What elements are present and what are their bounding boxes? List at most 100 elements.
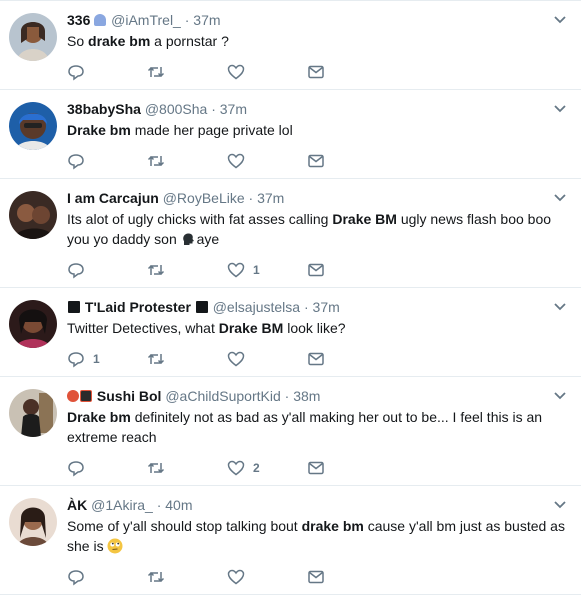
avatar[interactable] (9, 102, 57, 150)
message-button[interactable] (307, 63, 387, 81)
highlighted-term: drake bm (88, 33, 151, 49)
tweet-actions: 1 (67, 253, 569, 287)
avatar[interactable] (9, 13, 57, 61)
username[interactable]: @RoyBeLike (163, 190, 245, 206)
avatar[interactable] (9, 191, 57, 239)
reply-icon (68, 263, 84, 279)
separator-dot: · (156, 497, 162, 513)
display-name[interactable]: ÀK (67, 497, 87, 513)
reply-button[interactable] (67, 261, 147, 279)
tweet[interactable]: 336 @iAmTrel_ · 37m So drake bm a pornst… (0, 1, 581, 90)
display-name[interactable]: 336 (67, 12, 90, 28)
display-name[interactable]: Sushi Bol (97, 388, 162, 404)
reply-button[interactable]: 1 (67, 350, 147, 368)
reply-icon (68, 154, 84, 170)
direct-message-icon (308, 461, 324, 475)
like-button[interactable] (227, 152, 307, 170)
tweet[interactable]: ÀK @1Akira_ · 40m Some of y'all should s… (0, 486, 581, 595)
heart-icon (227, 351, 245, 367)
username[interactable]: @800Sha (145, 101, 207, 117)
message-button[interactable] (307, 459, 387, 477)
tweet[interactable]: T'Laid Protester @elsajustelsa · 37m Twi… (0, 288, 581, 377)
timestamp[interactable]: 37m (257, 190, 284, 206)
timestamp[interactable]: 37m (220, 101, 247, 117)
message-button[interactable] (307, 152, 387, 170)
tweet-actions: 1 (67, 342, 569, 376)
retweet-icon (147, 462, 165, 474)
reply-button[interactable] (67, 152, 147, 170)
black-square-emoji-icon (195, 301, 208, 313)
retweet-button[interactable] (147, 261, 227, 279)
separator-dot: · (248, 190, 254, 206)
reply-icon (68, 65, 84, 81)
direct-message-icon (308, 154, 324, 168)
tweet-text: Twitter Detectives, what Drake BM look l… (67, 318, 569, 338)
tweet[interactable]: 38babySha @800Sha · 37m Drake bm made he… (0, 90, 581, 179)
chevron-down-icon[interactable] (553, 15, 567, 25)
username[interactable]: @iAmTrel_ (111, 12, 181, 28)
retweet-button[interactable] (147, 63, 227, 81)
timestamp[interactable]: 38m (293, 388, 320, 404)
highlighted-term: Drake BM (218, 320, 284, 336)
like-button[interactable]: 1 (227, 261, 307, 279)
retweet-button[interactable] (147, 459, 227, 477)
text-segment: look like? (283, 320, 346, 336)
direct-message-icon (308, 65, 324, 79)
chevron-down-icon[interactable] (553, 391, 567, 401)
avatar[interactable] (9, 498, 57, 546)
message-button[interactable] (307, 350, 387, 368)
heart-icon (227, 64, 245, 80)
username[interactable]: @aChildSuportKid (165, 388, 280, 404)
retweet-button[interactable] (147, 350, 227, 368)
reply-button[interactable] (67, 63, 147, 81)
highlighted-term: Drake bm (67, 122, 131, 138)
heart-icon (227, 460, 245, 476)
like-button[interactable] (227, 350, 307, 368)
avatar[interactable] (9, 389, 57, 437)
like-button[interactable]: 2 (227, 459, 307, 477)
reply-button[interactable] (67, 568, 147, 586)
timestamp[interactable]: 37m (193, 12, 220, 28)
message-button[interactable] (307, 568, 387, 586)
reply-icon (68, 352, 84, 368)
text-segment: So (67, 33, 89, 49)
tweet-text: Some of y'all should stop talking bout d… (67, 516, 569, 556)
chevron-down-icon[interactable] (553, 500, 567, 510)
retweet-button[interactable] (147, 152, 227, 170)
like-button[interactable] (227, 63, 307, 81)
display-name[interactable]: 38babySha (67, 101, 141, 117)
reply-button[interactable] (67, 459, 147, 477)
direct-message-icon (308, 352, 324, 366)
message-button[interactable] (307, 261, 387, 279)
black-square-emoji-icon (68, 301, 80, 313)
text-segment: made her page private lol (130, 122, 293, 138)
direct-message-icon (308, 570, 324, 584)
direct-message-icon (308, 263, 324, 277)
tweet-text: So drake bm a pornstar ? (67, 31, 569, 51)
tweet-text: Its alot of ugly chicks with fat asses c… (67, 209, 569, 249)
separator-dot: · (211, 101, 216, 117)
chevron-down-icon[interactable] (553, 193, 567, 203)
display-name[interactable]: T'Laid Protester (85, 299, 191, 315)
timestamp[interactable]: 37m (313, 299, 340, 315)
chevron-down-icon[interactable] (553, 302, 567, 312)
timestamp[interactable]: 40m (165, 497, 192, 513)
display-name[interactable]: I am Carcajun (67, 190, 159, 206)
highlighted-term: drake bm (301, 518, 364, 534)
separator-dot: · (184, 12, 190, 28)
reply-icon (68, 570, 84, 586)
tweet[interactable]: I am Carcajun @RoyBeLike · 37m Its alot … (0, 179, 581, 288)
tweet-actions (67, 560, 569, 594)
avatar[interactable] (9, 300, 57, 348)
bento-emoji-icon (80, 390, 92, 402)
tweet-header: I am Carcajun @RoyBeLike · 37m (67, 189, 569, 207)
retweet-icon (147, 66, 165, 78)
username[interactable]: @elsajustelsa (213, 299, 300, 315)
username[interactable]: @1Akira_ (91, 497, 153, 513)
person-emoji-icon (94, 14, 107, 26)
like-button[interactable] (227, 568, 307, 586)
chevron-down-icon[interactable] (553, 104, 567, 114)
separator-dot: · (303, 299, 309, 315)
retweet-button[interactable] (147, 568, 227, 586)
tweet[interactable]: Sushi Bol @aChildSuportKid · 38m Drake b… (0, 377, 581, 486)
